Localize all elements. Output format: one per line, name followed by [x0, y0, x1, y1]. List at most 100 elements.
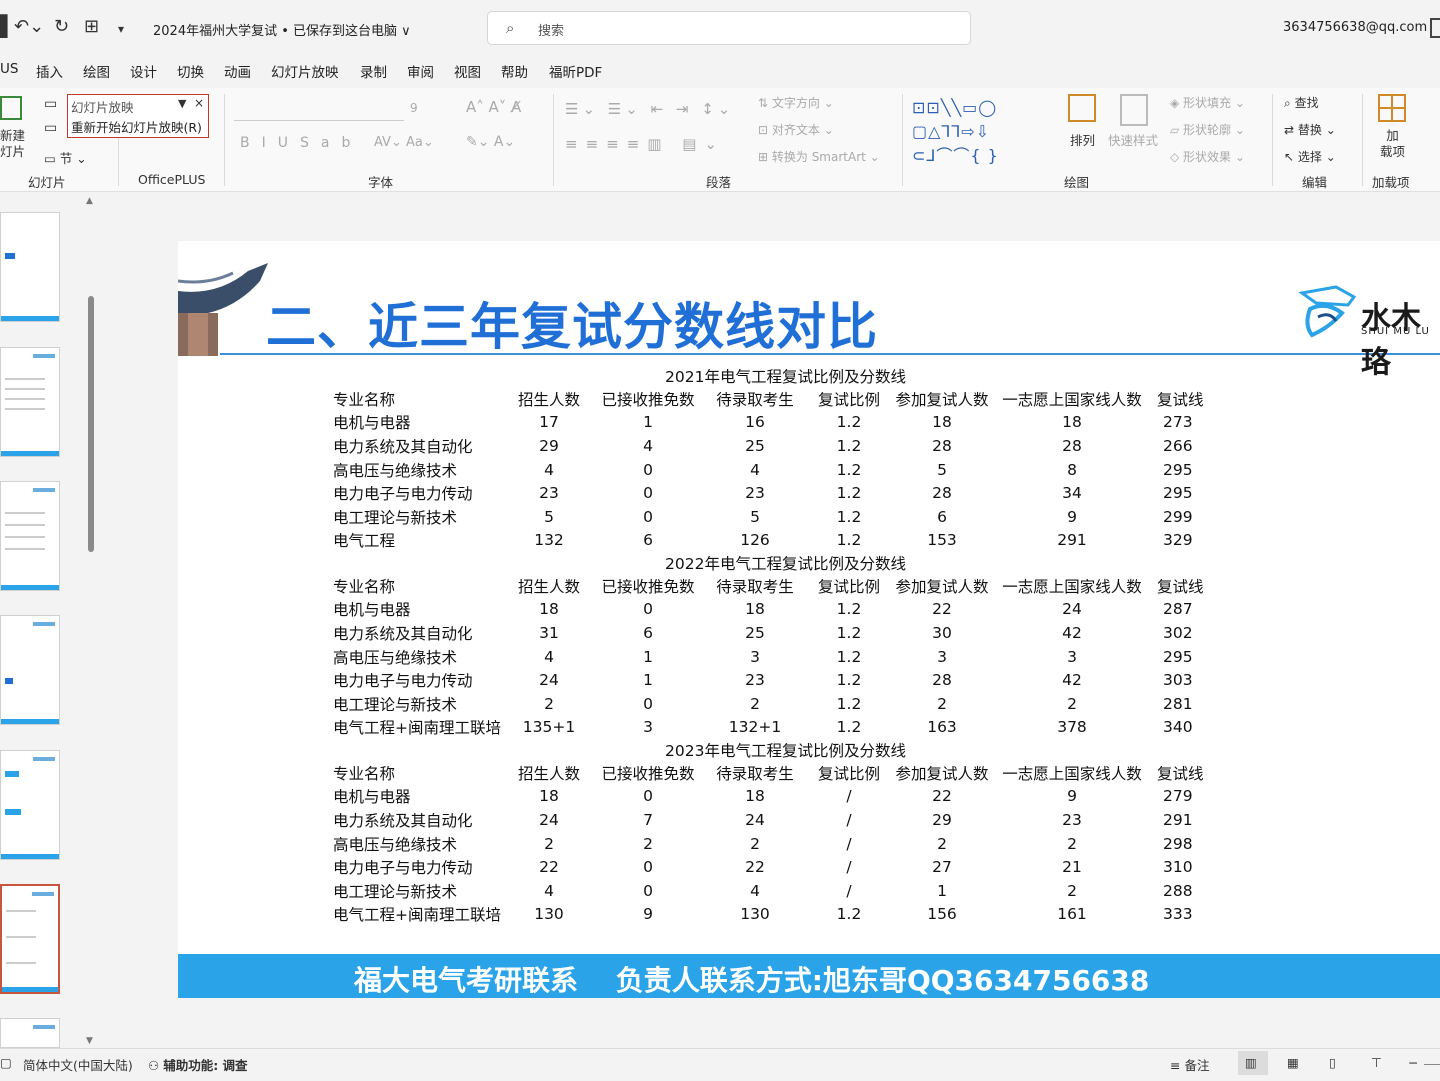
table-cell: 2: [937, 834, 947, 853]
align-text-button[interactable]: ⊡ 对齐文本 ⌄: [758, 121, 834, 138]
slide-sorter-icon[interactable]: ▦: [1287, 1055, 1299, 1070]
char-spacing-icon[interactable]: AV⌄ Aa⌄: [374, 135, 434, 150]
col-header: 一志愿上国家线人数: [1002, 390, 1142, 409]
score-table-2023[interactable]: 专业名称 招生人数 已接收推免数 待录取考生 复试比例 参加复试人数 一志愿上国…: [333, 761, 1227, 926]
chevron-down-icon[interactable]: ▼: [178, 97, 186, 110]
score-table-2021[interactable]: 专业名称 招生人数 已接收推免数 待录取考生 复试比例 参加复试人数 一志愿上国…: [333, 387, 1227, 552]
tab-design[interactable]: 设计: [130, 61, 157, 81]
smartart-button[interactable]: ⊞ 转换为 SmartArt ⌄: [758, 148, 880, 165]
normal-view-icon[interactable]: ▥: [1245, 1055, 1257, 1070]
undo-icon[interactable]: ↶⌄: [14, 16, 44, 37]
slideshow-dropdown[interactable]: 幻灯片放映 ▼ × 重新开始幻灯片放映(R): [67, 94, 209, 138]
tab-record[interactable]: 录制: [360, 61, 387, 81]
tab-review[interactable]: 审阅: [407, 61, 434, 81]
align-icons[interactable]: ≡≡≡≡▥ ▤⌄: [565, 135, 725, 153]
tab-slideshow[interactable]: 幻灯片放映: [271, 61, 339, 81]
table-cell: 1.2: [836, 413, 862, 432]
addins-button[interactable]: 加 载项: [1380, 128, 1405, 160]
font-format-icons[interactable]: BIUSab: [240, 135, 362, 151]
scroll-down-icon[interactable]: ▼: [86, 1036, 93, 1046]
scroll-up-icon[interactable]: ▲: [86, 196, 93, 206]
quick-styles-icon[interactable]: [1120, 94, 1148, 126]
slide-title[interactable]: 二、近三年复试分数线对比: [266, 287, 878, 359]
table-cell: 23: [1062, 810, 1082, 829]
highlight-icon[interactable]: ✎⌄ A⌄: [466, 134, 515, 150]
tab-help[interactable]: 帮助: [501, 61, 528, 81]
accessibility-status[interactable]: ⚇ 辅助功能: 调查: [148, 1055, 248, 1074]
slide-thumbnail[interactable]: [0, 615, 60, 725]
font-name-box[interactable]: [234, 98, 404, 121]
shape-outline-button[interactable]: ▱ 形状轮廓 ⌄: [1170, 121, 1245, 138]
slide-thumbnail-active[interactable]: [0, 884, 60, 994]
arrange-button[interactable]: 排列: [1070, 130, 1095, 149]
zoom-slider[interactable]: [1424, 1064, 1440, 1065]
dropdown-item-restart[interactable]: 重新开始幻灯片放映(R): [71, 117, 202, 136]
font-size-box[interactable]: 9: [410, 101, 418, 115]
shape-fill-label: 形状填充: [1183, 96, 1232, 110]
font-grow-icon[interactable]: A˄ A˅ A̸: [466, 98, 521, 116]
find-button[interactable]: ⌕ 查找: [1284, 94, 1319, 111]
reading-view-icon[interactable]: ▯: [1329, 1055, 1336, 1070]
slide-thumbnail[interactable]: [0, 347, 60, 457]
tab-view[interactable]: 视图: [454, 61, 481, 81]
shape-effects-button[interactable]: ◇ 形状效果 ⌄: [1170, 148, 1245, 165]
tab-insert[interactable]: 插入: [36, 61, 63, 81]
replace-button[interactable]: ⇄ 替换 ⌄: [1284, 121, 1336, 138]
find-icon: ⌕: [1284, 96, 1291, 110]
table-cell: 291: [1057, 531, 1087, 550]
addins-icon[interactable]: [1378, 94, 1406, 122]
reset-icon[interactable]: ▭: [44, 120, 57, 136]
table-cell: 295: [1163, 484, 1193, 503]
dropdown-item-slideshow[interactable]: 幻灯片放映: [71, 97, 134, 116]
tab-animations[interactable]: 动画: [224, 61, 251, 81]
tab-transitions[interactable]: 切换: [177, 61, 204, 81]
table-cell: /: [846, 858, 852, 877]
footer-contact-text[interactable]: 福大电气考研联系 负责人联系方式:旭东哥QQ3634756638: [354, 959, 1149, 998]
notes-button[interactable]: ≡ 备注: [1170, 1055, 1209, 1074]
text-direction-button[interactable]: ⇅ 文字方向 ⌄: [758, 94, 834, 111]
quick-styles-button[interactable]: 快速样式: [1108, 130, 1158, 149]
col-header: 已接收推免数: [601, 764, 695, 783]
account-avatar-icon[interactable]: [1430, 18, 1440, 38]
col-header: 待录取考生: [716, 764, 794, 783]
list-icons[interactable]: ☰⌄ ☰⌄ ⇤ ⇥ ↕⌄: [565, 100, 734, 118]
col-header: 招生人数: [517, 390, 580, 409]
slide-thumbnail[interactable]: [0, 1018, 60, 1048]
shapes-gallery[interactable]: ⊡⊡╲╲▭◯ ▢△⅂⅂⇨⇩ ⊂⅃⌒⌒{ }: [912, 96, 999, 168]
customize-quick-access-icon[interactable]: ▾: [118, 22, 124, 36]
score-table-2022[interactable]: 专业名称 招生人数 已接收推免数 待录取考生 复试比例 参加复试人数 一志愿上国…: [333, 574, 1227, 739]
new-slide-icon[interactable]: [0, 96, 22, 120]
col-header: 复试线: [1157, 577, 1204, 596]
close-icon[interactable]: ×: [194, 96, 204, 110]
slide-canvas[interactable]: 二、近三年复试分数线对比 水木珞 SHUI MU LU 2021年电气工程复试比…: [178, 241, 1440, 998]
thumbnail-scrollbar[interactable]: [88, 296, 94, 552]
document-title[interactable]: 2024年福州大学复试 • 已保存到这台电脑 ∨: [153, 20, 411, 39]
slide-thumbnail[interactable]: [0, 750, 60, 860]
presentation-icon[interactable]: ⊞: [84, 16, 99, 37]
zoom-out-icon[interactable]: −: [1408, 1055, 1418, 1070]
tab-draw[interactable]: 绘图: [83, 61, 110, 81]
table-cell: 1.2: [836, 694, 862, 713]
find-label: 查找: [1294, 96, 1319, 110]
section-button[interactable]: ▭ 节 ⌄: [44, 148, 87, 167]
select-button[interactable]: ↖ 选择 ⌄: [1284, 148, 1336, 165]
arrange-icon[interactable]: [1068, 94, 1096, 122]
table-cell: 156: [927, 905, 957, 924]
search-box[interactable]: ⌕ 搜索: [487, 11, 971, 45]
slide-thumbnail[interactable]: [0, 481, 60, 591]
search-placeholder: 搜索: [538, 24, 565, 39]
slideshow-view-icon[interactable]: ⊤: [1371, 1055, 1382, 1070]
spellcheck-icon[interactable]: ▢: [0, 1055, 12, 1070]
tab-officeplus[interactable]: US: [0, 61, 18, 77]
shape-fill-button[interactable]: ◈ 形状填充 ⌄: [1170, 94, 1245, 111]
layout-icon[interactable]: ▭: [44, 96, 57, 112]
redo-icon[interactable]: ↻: [54, 16, 69, 37]
language-status[interactable]: 简体中文(中国大陆): [23, 1055, 133, 1074]
table-row: 电力电子与电力传动 23 0 23 1.2 28 34 295: [333, 481, 1227, 505]
tab-foxit-pdf[interactable]: 福昕PDF: [549, 61, 602, 81]
table-cell: 1.2: [836, 647, 862, 666]
account-email[interactable]: 3634756638@qq.com: [1283, 20, 1427, 35]
slide-thumbnail[interactable]: [0, 212, 60, 322]
new-slide-button[interactable]: 新建 灯片: [0, 128, 25, 160]
table-cell: 2: [750, 834, 760, 853]
